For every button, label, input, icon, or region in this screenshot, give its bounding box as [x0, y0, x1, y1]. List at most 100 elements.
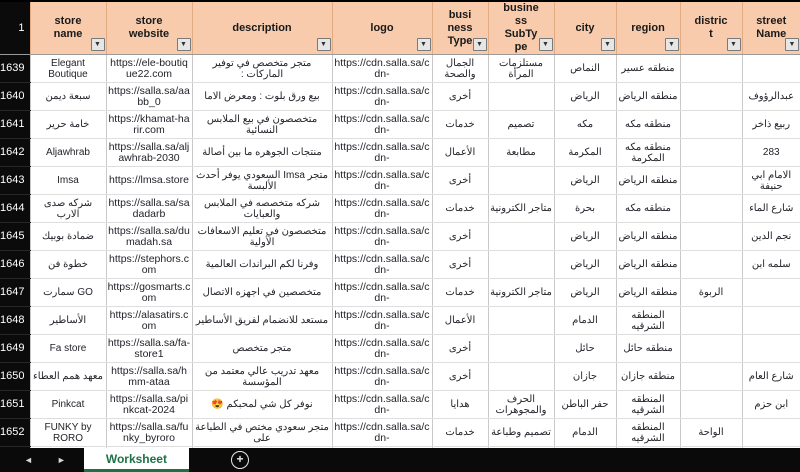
- cell-name[interactable]: ضمادة بوبيك: [29, 222, 106, 251]
- cell-type[interactable]: أخرى: [431, 222, 488, 251]
- cell-street[interactable]: سلمه ابن: [741, 250, 800, 279]
- cell-region[interactable]: منطقه عسير: [615, 54, 680, 83]
- cell-district[interactable]: [679, 334, 742, 363]
- cell-city[interactable]: الرياض: [553, 250, 616, 279]
- cell-subtype[interactable]: [487, 82, 554, 111]
- cell-website[interactable]: https://salla.sa/aljawhrab-2030: [105, 138, 192, 167]
- cell-website[interactable]: https://khamat-harir.com: [105, 110, 192, 139]
- row-number[interactable]: 1652: [0, 418, 30, 447]
- cell-subtype[interactable]: [487, 334, 554, 363]
- cell-name[interactable]: Aljawhrab: [29, 138, 106, 167]
- cell-region[interactable]: منطقه الرياض: [615, 222, 680, 251]
- cell-region[interactable]: المنطقه الشرقيه: [615, 418, 680, 447]
- cell-district[interactable]: [679, 166, 742, 195]
- next-sheet-icon[interactable]: ►: [57, 455, 66, 465]
- subtype-filter-dropdown-button[interactable]: ▼: [538, 38, 553, 51]
- cell-type[interactable]: خدمات: [431, 194, 488, 223]
- cell-subtype[interactable]: [487, 306, 554, 335]
- cell-logo[interactable]: https://cdn.salla.sa/cdn-: [331, 306, 432, 335]
- cell-city[interactable]: النماص: [553, 54, 616, 83]
- cell-subtype[interactable]: متاجر الكترونية: [487, 194, 554, 223]
- name-filter-dropdown-button[interactable]: ▼: [90, 38, 105, 51]
- cell-subtype[interactable]: متاجر الكترونية: [487, 278, 554, 307]
- cell-description[interactable]: متجر متخصص في توفير الماركات :: [191, 54, 332, 83]
- district-filter-dropdown-button[interactable]: ▼: [726, 38, 741, 51]
- cell-website[interactable]: https://salla.sa/dumadah.sa: [105, 222, 192, 251]
- cell-description[interactable]: متجر Imsa السعودي يوفر أحدث الألبسة: [191, 166, 332, 195]
- cell-city[interactable]: الرياض: [553, 278, 616, 307]
- cell-region[interactable]: منطقه مكه المكرمة: [615, 138, 680, 167]
- row-number[interactable]: 1646: [0, 250, 30, 279]
- cell-description[interactable]: منتجات الجوهره ما بين أصالة: [191, 138, 332, 167]
- cell-name[interactable]: GO سمارت: [29, 278, 106, 307]
- cell-website[interactable]: https://lmsa.store: [105, 166, 192, 195]
- cell-region[interactable]: منطقه الرياض: [615, 250, 680, 279]
- cell-city[interactable]: حائل: [553, 334, 616, 363]
- cell-subtype[interactable]: الحرف والمجوهرات: [487, 390, 554, 419]
- cell-logo[interactable]: https://cdn.salla.sa/cdn-: [331, 194, 432, 223]
- cell-subtype[interactable]: تصميم: [487, 110, 554, 139]
- cell-subtype[interactable]: [487, 362, 554, 391]
- cell-city[interactable]: الرياض: [553, 82, 616, 111]
- cell-logo[interactable]: https://cdn.salla.sa/cdn-: [331, 278, 432, 307]
- cell-type[interactable]: خدمات: [431, 418, 488, 447]
- previous-sheet-icon[interactable]: ◄: [24, 455, 33, 465]
- cell-description[interactable]: متخصصين في اجهزه الاتصال: [191, 278, 332, 307]
- cell-description[interactable]: شركه متخصصه في الملابس والعبايات: [191, 194, 332, 223]
- tab-worksheet[interactable]: Worksheet: [83, 448, 189, 472]
- cell-street[interactable]: 283: [741, 138, 800, 167]
- cell-region[interactable]: منطقه الرياض: [615, 166, 680, 195]
- row-number[interactable]: 1645: [0, 222, 30, 251]
- add-sheet-button[interactable]: +: [223, 448, 257, 472]
- cell-street[interactable]: ربيع ذاخر: [741, 110, 800, 139]
- cell-description[interactable]: نوفر كل شي لمحبكم 😍: [191, 390, 332, 419]
- cell-description[interactable]: مستعد للانضمام لفريق الأساطير: [191, 306, 332, 335]
- street-filter-dropdown-button[interactable]: ▼: [785, 38, 799, 51]
- cell-region[interactable]: منطقه مكه: [615, 110, 680, 139]
- cell-district[interactable]: [679, 194, 742, 223]
- cell-subtype[interactable]: تصميم وطباعة: [487, 418, 554, 447]
- cell-name[interactable]: شركه صدى الارب: [29, 194, 106, 223]
- description-filter-dropdown-button[interactable]: ▼: [316, 38, 331, 51]
- cell-street[interactable]: [741, 306, 800, 335]
- cell-city[interactable]: مكه: [553, 110, 616, 139]
- cell-type[interactable]: الأعمال: [431, 138, 488, 167]
- cell-region[interactable]: منطقه جازان: [615, 362, 680, 391]
- cell-street[interactable]: [741, 54, 800, 83]
- cell-logo[interactable]: https://cdn.salla.sa/cdn-: [331, 82, 432, 111]
- cell-street[interactable]: شارع الماء: [741, 194, 800, 223]
- cell-logo[interactable]: https://cdn.salla.sa/cdn-: [331, 54, 432, 83]
- cell-website[interactable]: https://salla.sa/fa-store1: [105, 334, 192, 363]
- cell-type[interactable]: خدمات: [431, 278, 488, 307]
- cell-name[interactable]: Pinkcat: [29, 390, 106, 419]
- cell-city[interactable]: المكرمة: [553, 138, 616, 167]
- cell-district[interactable]: [679, 362, 742, 391]
- row-number[interactable]: 1644: [0, 194, 30, 223]
- cell-district[interactable]: [679, 82, 742, 111]
- cell-website[interactable]: https://gosmarts.com: [105, 278, 192, 307]
- cell-type[interactable]: أخرى: [431, 334, 488, 363]
- cell-city[interactable]: حفر الباطن: [553, 390, 616, 419]
- cell-region[interactable]: منطقه الرياض: [615, 278, 680, 307]
- cell-street[interactable]: [741, 278, 800, 307]
- cell-region[interactable]: المنطقه الشرقيه: [615, 390, 680, 419]
- cell-name[interactable]: سبعة ديمن: [29, 82, 106, 111]
- cell-description[interactable]: متخصصون في بيع الملابس النسائية: [191, 110, 332, 139]
- cell-name[interactable]: معهد همم العطاء: [29, 362, 106, 391]
- cell-city[interactable]: الدمام: [553, 418, 616, 447]
- row-number[interactable]: 1643: [0, 166, 30, 195]
- cell-region[interactable]: منطقه حائل: [615, 334, 680, 363]
- logo-filter-dropdown-button[interactable]: ▼: [416, 38, 431, 51]
- cell-street[interactable]: شارع العام: [741, 362, 800, 391]
- cell-description[interactable]: متخصصون في تعليم الاسعافات الأولية: [191, 222, 332, 251]
- cell-website[interactable]: https://salla.sa/funky_byroro: [105, 418, 192, 447]
- cell-name[interactable]: خطوة فن: [29, 250, 106, 279]
- cell-type[interactable]: أخرى: [431, 82, 488, 111]
- row-number[interactable]: 1650: [0, 362, 30, 391]
- cell-name[interactable]: FUNKY by RORO: [29, 418, 106, 447]
- cell-city[interactable]: الرياض: [553, 222, 616, 251]
- cell-website[interactable]: https://stephors.com: [105, 250, 192, 279]
- row-number[interactable]: 1640: [0, 82, 30, 111]
- cell-city[interactable]: جازان: [553, 362, 616, 391]
- cell-name[interactable]: Fa store: [29, 334, 106, 363]
